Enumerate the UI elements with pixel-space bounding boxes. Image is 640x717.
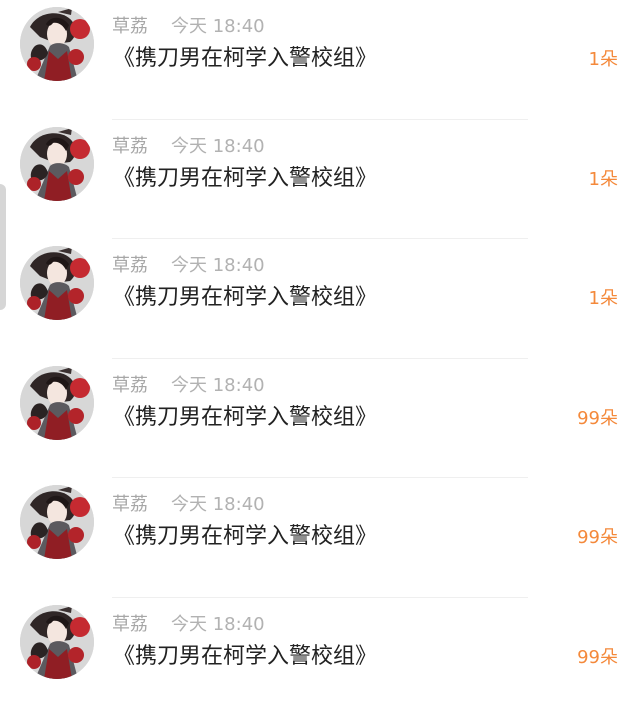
username: 草荔	[112, 610, 148, 636]
avatar[interactable]	[20, 485, 94, 559]
flower-count: 1朵	[589, 45, 618, 71]
book-title[interactable]: 《携刀男在柯学入警校组》	[113, 518, 377, 550]
book-title[interactable]: 《携刀男在柯学入警校组》	[113, 399, 377, 431]
username: 草荔	[112, 12, 148, 38]
book-title[interactable]: 《携刀男在柯学入警校组》	[113, 40, 377, 72]
flower-count: 1朵	[589, 284, 618, 310]
timestamp: 今天 18:40	[171, 371, 265, 397]
avatar[interactable]	[20, 366, 94, 440]
avatar[interactable]	[20, 246, 94, 320]
username: 草荔	[112, 132, 148, 158]
username: 草荔	[112, 490, 148, 516]
timestamp: 今天 18:40	[171, 132, 265, 158]
timestamp: 今天 18:40	[171, 12, 265, 38]
username: 草荔	[112, 251, 148, 277]
username: 草荔	[112, 371, 148, 397]
flower-count: 99朵	[577, 523, 618, 549]
flower-count: 99朵	[577, 643, 618, 669]
list-item[interactable]: 草荔 今天 18:40 《携刀男在柯学入警校组》 99朵	[0, 598, 640, 717]
list-item[interactable]: 草荔 今天 18:40 《携刀男在柯学入警校组》 1朵	[0, 0, 640, 120]
list-item[interactable]: 草荔 今天 18:40 《携刀男在柯学入警校组》 99朵	[0, 359, 640, 479]
book-title[interactable]: 《携刀男在柯学入警校组》	[113, 160, 377, 192]
flower-count: 99朵	[577, 404, 618, 430]
timestamp: 今天 18:40	[171, 610, 265, 636]
list-item[interactable]: 草荔 今天 18:40 《携刀男在柯学入警校组》 1朵	[0, 239, 640, 359]
book-title[interactable]: 《携刀男在柯学入警校组》	[113, 638, 377, 670]
list-item[interactable]: 草荔 今天 18:40 《携刀男在柯学入警校组》 99朵	[0, 478, 640, 598]
gift-list: 草荔 今天 18:40 《携刀男在柯学入警校组》 1朵 草荔 今天 18:40 …	[0, 0, 640, 717]
timestamp: 今天 18:40	[171, 490, 265, 516]
flower-count: 1朵	[589, 165, 618, 191]
book-title[interactable]: 《携刀男在柯学入警校组》	[113, 279, 377, 311]
timestamp: 今天 18:40	[171, 251, 265, 277]
avatar[interactable]	[20, 605, 94, 679]
avatar[interactable]	[20, 127, 94, 201]
list-item[interactable]: 草荔 今天 18:40 《携刀男在柯学入警校组》 1朵	[0, 120, 640, 240]
avatar[interactable]	[20, 7, 94, 81]
